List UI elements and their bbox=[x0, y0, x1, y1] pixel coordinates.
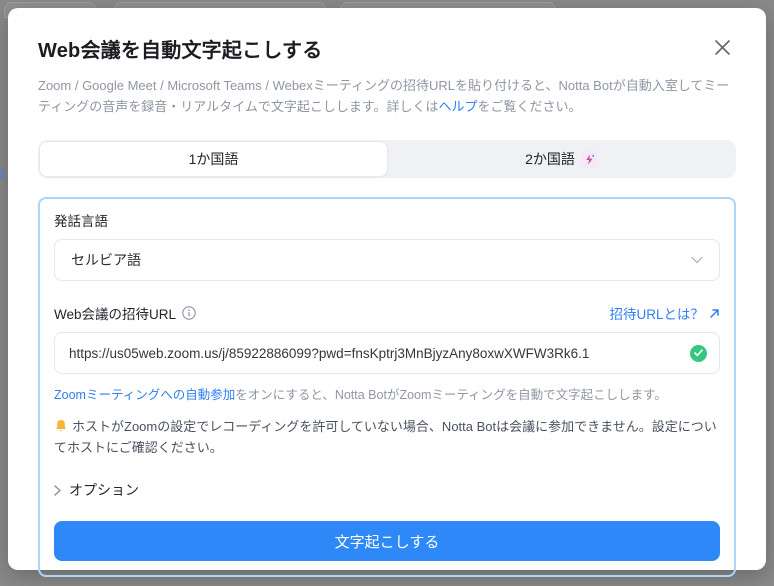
ai-sparkle-icon bbox=[581, 151, 598, 168]
external-arrow-icon bbox=[709, 308, 720, 319]
invite-url-input[interactable] bbox=[69, 346, 690, 361]
spoken-language-label-text: 発話言語 bbox=[54, 210, 108, 230]
close-icon[interactable] bbox=[712, 37, 732, 57]
modal-header: Web会議を自動文字起こしする bbox=[38, 34, 736, 63]
invite-url-label: Web会議の招待URL bbox=[54, 303, 196, 323]
tab-one-language-label: 1か国語 bbox=[189, 149, 239, 169]
tab-two-languages[interactable]: 2か国語 bbox=[388, 141, 735, 177]
transcribe-meeting-modal: Web会議を自動文字起こしする Zoom / Google Meet / Mic… bbox=[8, 8, 766, 570]
modal-title: Web会議を自動文字起こしする bbox=[38, 34, 322, 63]
auto-join-link[interactable]: Zoomミーティングへの自動参加 bbox=[54, 388, 235, 402]
tab-one-language[interactable]: 1か国語 bbox=[39, 141, 388, 177]
options-label: オプション bbox=[69, 480, 139, 500]
recording-permission-warning: ホストがZoomの設定でレコーディングを許可していない場合、Notta Botは… bbox=[54, 416, 720, 459]
recording-permission-warning-text: ホストがZoomの設定でレコーディングを許可していない場合、Notta Botは… bbox=[54, 419, 717, 456]
what-is-invite-url-text: 招待URLとは？ bbox=[609, 303, 704, 323]
auto-join-note: Zoomミーティングへの自動参加をオンにすると、Notta BotがZoomミー… bbox=[54, 386, 720, 405]
tab-two-languages-label: 2か国語 bbox=[525, 149, 575, 169]
auto-join-note-text: をオンにすると、Notta BotがZoomミーティングを自動で文字起こしします… bbox=[235, 388, 667, 402]
meeting-form: 発話言語 セルビア語 Web会議の招待URL 招待URLとは？ bbox=[38, 197, 736, 577]
url-valid-check-icon bbox=[690, 345, 707, 362]
options-expander[interactable]: オプション bbox=[54, 480, 720, 500]
bell-icon bbox=[54, 419, 68, 433]
chevron-down-icon bbox=[691, 256, 703, 264]
description-text: Zoom / Google Meet / Microsoft Teams / W… bbox=[38, 78, 729, 114]
invite-url-label-row: Web会議の招待URL 招待URLとは？ bbox=[54, 303, 720, 323]
spoken-language-select[interactable]: セルビア語 bbox=[54, 239, 720, 281]
language-count-tabs: 1か国語 2か国語 bbox=[38, 140, 736, 178]
help-link[interactable]: ヘルプ bbox=[439, 99, 478, 114]
description-text-after: をご覧ください。 bbox=[478, 99, 582, 114]
spoken-language-label: 発話言語 bbox=[54, 210, 720, 230]
what-is-invite-url-link[interactable]: 招待URLとは？ bbox=[609, 303, 720, 323]
chevron-right-icon bbox=[54, 485, 61, 496]
transcribe-button[interactable]: 文字起こしする bbox=[54, 521, 720, 561]
spoken-language-value: セルビア語 bbox=[71, 250, 141, 270]
modal-description: Zoom / Google Meet / Microsoft Teams / W… bbox=[38, 75, 736, 117]
invite-url-label-text: Web会議の招待URL bbox=[54, 303, 176, 323]
info-icon[interactable] bbox=[182, 306, 196, 320]
background-artifact bbox=[0, 168, 5, 180]
invite-url-field-wrap bbox=[54, 332, 720, 374]
